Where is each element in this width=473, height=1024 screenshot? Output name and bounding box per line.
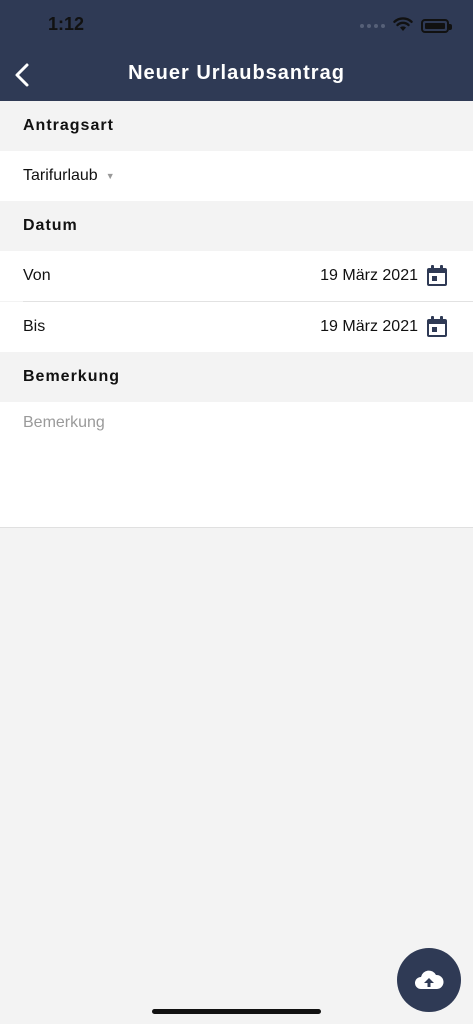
- status-time: 1:12: [48, 14, 85, 34]
- section-header-date: Datum: [0, 201, 473, 251]
- calendar-icon[interactable]: [425, 264, 449, 288]
- date-from-row[interactable]: Von 19 März 2021: [0, 251, 473, 301]
- section-header-type: Antragsart: [0, 101, 473, 151]
- remark-field[interactable]: [0, 402, 473, 527]
- battery-icon: [421, 19, 452, 33]
- section-header-remark: Bemerkung: [0, 352, 473, 402]
- signal-icon: [360, 24, 385, 28]
- caret-down-icon: ▼: [105, 171, 115, 181]
- date-to-value: 19 März 2021: [320, 318, 418, 335]
- upload-button[interactable]: [397, 948, 461, 1012]
- top-bar: 1:12 Neuer Urlaubsantrag: [0, 0, 473, 101]
- status-icons: [360, 16, 452, 37]
- type-select[interactable]: Tarifurlaub ▼: [0, 151, 473, 201]
- home-indicator: [152, 1009, 321, 1014]
- date-to-row[interactable]: Bis 19 März 2021: [0, 302, 473, 352]
- date-to-label: Bis: [23, 318, 46, 335]
- cloud-upload-icon: [415, 970, 444, 989]
- date-from-value: 19 März 2021: [320, 267, 418, 284]
- date-from-label: Von: [23, 267, 51, 284]
- type-select-value: Tarifurlaub: [23, 167, 98, 184]
- calendar-icon[interactable]: [425, 315, 449, 339]
- wifi-icon: [393, 16, 413, 37]
- remark-field-container: [0, 402, 473, 528]
- page-title: Neuer Urlaubsantrag: [128, 62, 345, 84]
